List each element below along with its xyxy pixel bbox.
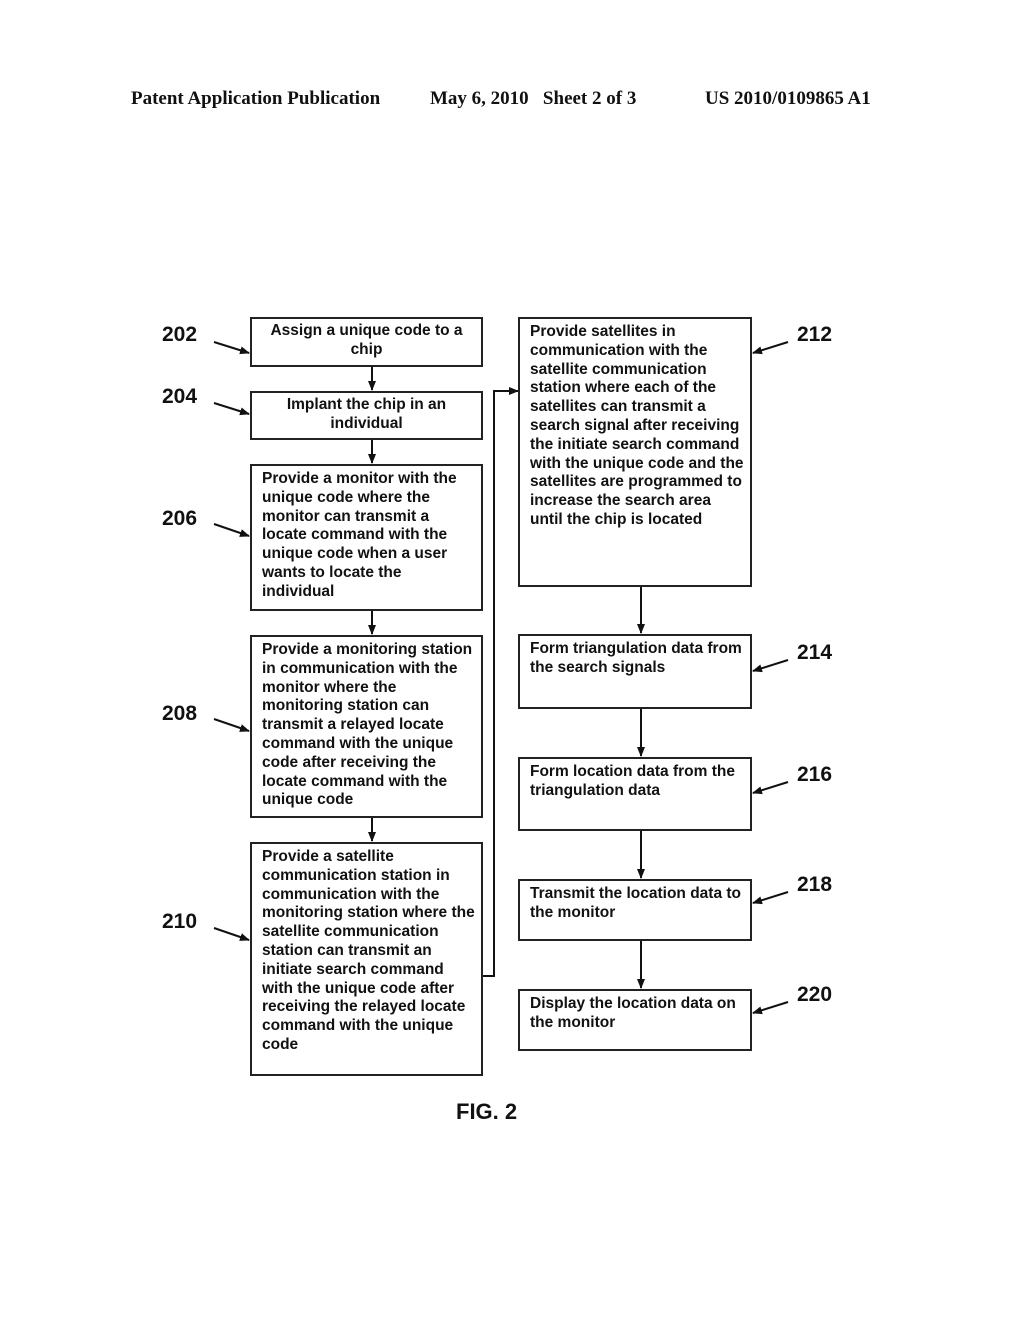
leader-arrow-204 [213,402,250,416]
step-box-204: Implant the chip in an individual [250,391,483,440]
leader-arrow-220 [752,1001,789,1015]
leader-arrow-216 [752,781,789,795]
ref-label-204: 204 [162,385,198,408]
figure-label: FIG. 2 [456,1099,518,1124]
ref-label-212: 212 [797,323,833,346]
leader-arrow-202 [213,341,250,355]
ref-label-216: 216 [797,763,833,786]
ref-label-218: 218 [797,873,833,896]
ref-label-206: 206 [162,507,198,530]
leader-arrow-212 [752,341,789,355]
ref-label-202: 202 [162,323,198,346]
ref-label-210: 210 [162,910,198,933]
step-box-202: Assign a unique code to a chip [250,317,483,367]
leader-arrow-214 [752,659,789,673]
leader-arrow-208 [213,718,250,732]
step-box-216: Form location data from the triangulatio… [518,757,752,831]
leader-arrow-218 [752,891,789,905]
step-box-208: Provide a monitoring station in communic… [250,635,483,818]
ref-label-208: 208 [162,702,198,725]
step-box-206: Provide a monitor with the unique code w… [250,464,483,611]
step-box-220: Display the location data on the monitor [518,989,752,1051]
ref-label-214: 214 [797,641,833,664]
leader-arrow-206 [213,523,250,537]
step-box-212: Provide satellites in communication with… [518,317,752,587]
step-box-210: Provide a satellite communication statio… [250,842,483,1076]
leader-arrow-210 [213,927,250,941]
step-box-214: Form triangulation data from the search … [518,634,752,709]
ref-label-220: 220 [797,983,833,1006]
connector-210-212 [483,387,519,977]
step-box-218: Transmit the location data to the monito… [518,879,752,941]
